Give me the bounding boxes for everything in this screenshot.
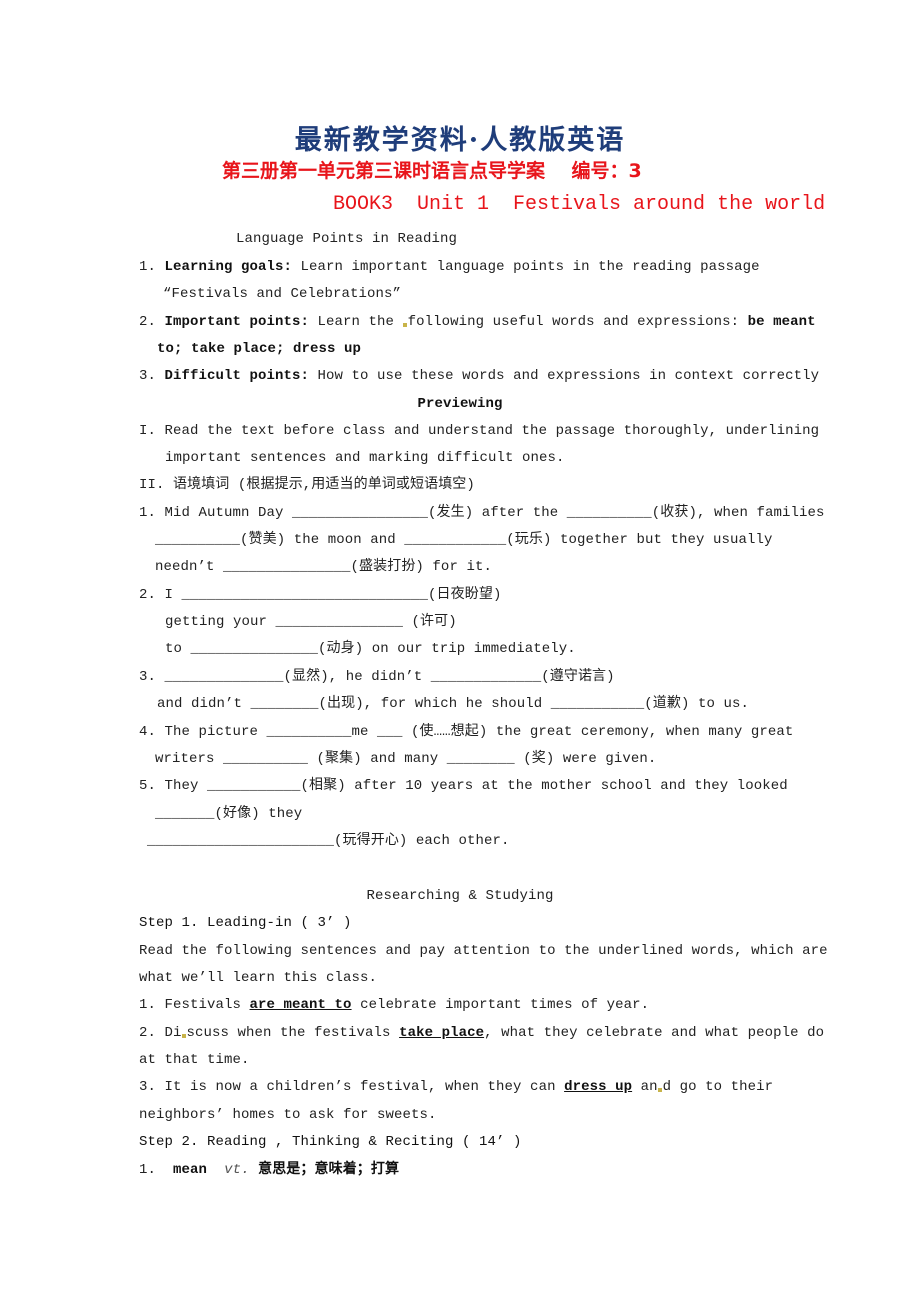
intro-line: Read the following sentences and pay att…	[139, 943, 828, 959]
goal-keyword: be meant	[747, 314, 816, 330]
goal-label: Learning goals:	[164, 259, 293, 275]
sentence-text: celebrate important times of year.	[351, 997, 650, 1013]
sentence-3: 3. It is now a children’s festival, when…	[139, 1078, 773, 1096]
step-2-heading: Step 2. Reading , Thinking & Reciting ( …	[139, 1134, 522, 1150]
intro-line: what we’ll learn this class.	[139, 970, 378, 986]
goal-num: 2.	[139, 314, 165, 330]
banner-title: 最新教学资料·人教版英语	[294, 125, 626, 156]
exercise-line: to _______________(动身) on our trip immed…	[165, 641, 576, 657]
underlined-phrase: are meant to	[249, 997, 352, 1013]
goal-1: 1. Learning goals: Learn important langu…	[139, 258, 760, 276]
section-heading: Language Points in Reading	[236, 231, 458, 247]
sentence-1: 1. Festivals are meant to celebrate impo…	[139, 996, 649, 1014]
sentence-text: 3. It is now a children’s festival, when…	[139, 1079, 565, 1095]
sentence-text: scuss when the festivals	[186, 1025, 400, 1041]
goal-num: 1.	[139, 259, 165, 275]
exercise-line: getting your _______________ (许可)	[165, 614, 457, 630]
comment-marker-icon	[657, 1088, 662, 1092]
goal-2-cont: to; take place; dress up	[157, 341, 362, 357]
vocab-entry: 1. mean vt. 意思是；意味着；打算	[139, 1160, 399, 1179]
sentence-text: 1. Festivals	[139, 997, 250, 1013]
vocab-meaning: 意思是；意味着；打算	[258, 1161, 400, 1177]
comment-marker-icon	[181, 1034, 186, 1038]
goal-label: Important points:	[164, 314, 310, 330]
preview-item-2: II. 语境填词 (根据提示,用适当的单词或短语填空)	[139, 477, 475, 493]
sentence-text: , what they celebrate and what people do	[484, 1025, 825, 1041]
lesson-subtitle: 第三册第一单元第三课时语言点导学案 编号：3	[222, 160, 642, 182]
underlined-phrase: take place	[399, 1025, 485, 1041]
vocab-pos: vt.	[224, 1162, 250, 1178]
sentence-3-cont: neighbors’ homes to ask for sweets.	[139, 1107, 437, 1123]
goal-text: Learn important language points in the r…	[292, 259, 760, 275]
goal-1-cont: “Festivals and Celebrations”	[163, 286, 402, 302]
goal-text: following useful words and expressions:	[407, 314, 748, 330]
goal-num: 3.	[139, 368, 165, 384]
underlined-phrase: dress up	[564, 1079, 633, 1095]
previewing-heading: Previewing	[417, 396, 503, 412]
sentence-2: 2. Di scuss when the festivals take place…	[139, 1024, 824, 1042]
exercise-line: 2. I _____________________________(日夜盼望)	[139, 587, 502, 603]
exercise-line: needn’t _______________(盛装打扮) for it.	[155, 559, 492, 575]
exercise-line: _______(好像) they	[155, 806, 303, 822]
preview-item-1: I. Read the text before class and unders…	[139, 423, 820, 439]
exercise-line: and didn’t ________(出现), for which he sh…	[157, 696, 749, 712]
sentence-2-cont: at that time.	[139, 1052, 250, 1068]
preview-item-1-cont: important sentences and marking difficul…	[165, 450, 565, 466]
exercise-line: ______________________(玩得开心) each other.	[147, 833, 510, 849]
exercise-line: 5. They ___________(相聚) after 10 years a…	[139, 778, 788, 794]
exercise-line: 3. ______________(显然), he didn’t _______…	[139, 669, 615, 685]
goal-2: 2. Important points: Learn the following…	[139, 313, 816, 331]
exercise-line: writers __________ (聚集) and many _______…	[155, 751, 657, 767]
exercise-line: __________(赞美) the moon and ____________…	[155, 532, 773, 548]
step-1-heading: Step 1. Leading-in ( 3’ )	[139, 915, 352, 931]
goal-text: How to use these words and expressions i…	[309, 368, 820, 384]
goal-label: Difficult points:	[164, 368, 310, 384]
comment-marker-icon	[402, 323, 407, 327]
exercise-line: 4. The picture __________me ___ (使……想起) …	[139, 724, 794, 740]
sentence-text: an	[632, 1079, 658, 1095]
sentence-text: 2. Di	[139, 1025, 182, 1041]
goal-3: 3. Difficult points: How to use these wo…	[139, 367, 819, 385]
goal-text: Learn the	[309, 314, 403, 330]
exercise-line: 1. Mid Autumn Day ________________(发生) a…	[139, 505, 825, 521]
sentence-text: d go to their	[662, 1079, 774, 1095]
vocab-num: 1.	[139, 1162, 165, 1178]
researching-heading: Researching & Studying	[366, 888, 554, 904]
vocab-word: mean	[173, 1162, 208, 1178]
unit-title: BOOK3 Unit 1 Festivals around the world	[333, 193, 826, 216]
